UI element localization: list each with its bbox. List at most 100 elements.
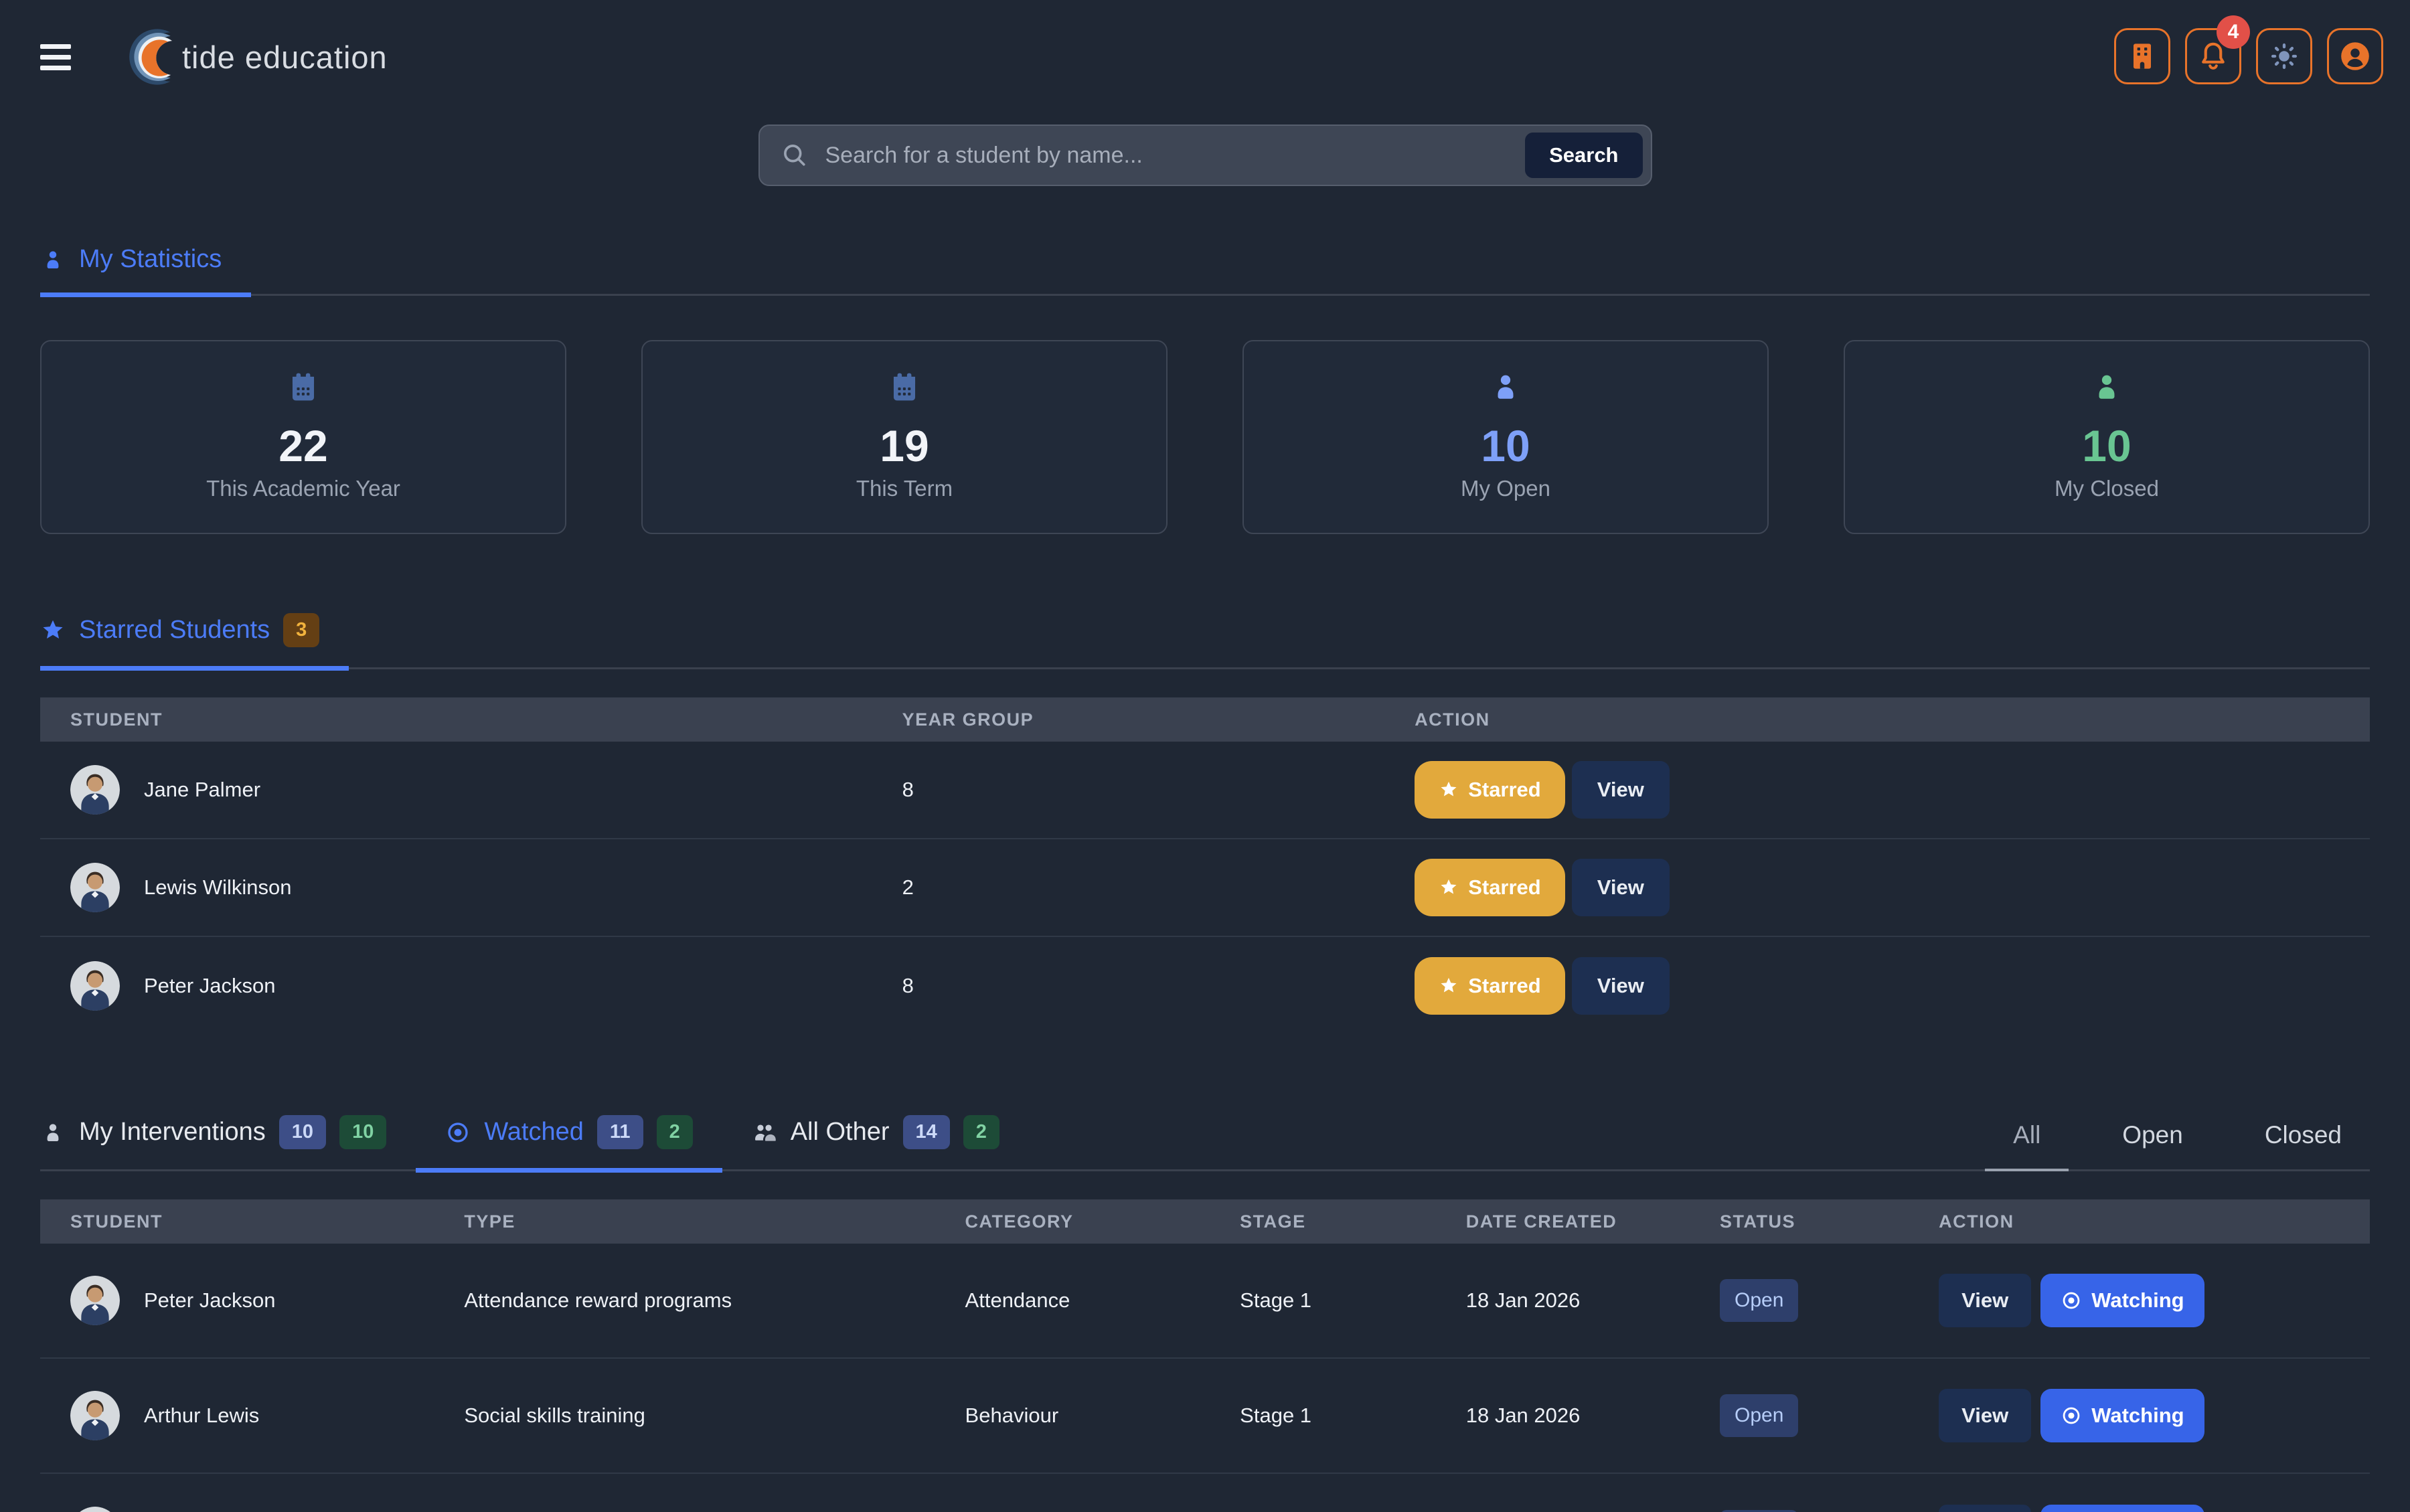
starred-button[interactable]: Starred [1415, 859, 1565, 916]
star-icon [1439, 976, 1459, 996]
table-row: Lewis Wilkinson 2 Starred View [40, 839, 2370, 937]
watching-button[interactable]: Watching [2040, 1505, 2204, 1512]
view-button[interactable]: View [1939, 1274, 2031, 1327]
stat-value: 19 [880, 422, 929, 471]
tab-all-other[interactable]: All Other 14 2 [722, 1115, 1029, 1169]
view-button[interactable]: View [1939, 1505, 2031, 1512]
filter-all[interactable]: All [1998, 1121, 2055, 1149]
avatar [70, 863, 120, 912]
date-created: 18 Jan 2026 [1466, 1288, 1720, 1313]
stat-card-academic-year: 22 This Academic Year [40, 340, 566, 534]
column-header-year-group: YEAR GROUP [902, 709, 1415, 730]
logo-text: tide education [182, 39, 388, 76]
starred-button[interactable]: Starred [1415, 957, 1565, 1015]
view-button[interactable]: View [1572, 957, 1670, 1015]
organisation-button[interactable] [2114, 28, 2170, 84]
student-name: Jane Palmer [144, 778, 260, 802]
table-header: STUDENT TYPE CATEGORY STAGE DATE CREATED… [40, 1199, 2370, 1244]
watching-button[interactable]: Watching [2040, 1389, 2204, 1442]
stat-label: This Academic Year [206, 476, 400, 501]
year-group: 8 [902, 778, 1415, 802]
statistics-tabs-bar: My Statistics [40, 245, 2370, 296]
status-filters: All Open Closed [1998, 1121, 2370, 1169]
column-header-category: CATEGORY [965, 1211, 1240, 1232]
eye-icon [2061, 1405, 2082, 1426]
column-header-action: ACTION [1415, 709, 2370, 730]
column-header-student: STUDENT [40, 709, 902, 730]
eye-icon [445, 1120, 471, 1145]
view-button[interactable]: View [1939, 1389, 2031, 1442]
stat-value: 10 [1481, 422, 1530, 471]
avatar [70, 1391, 120, 1440]
notification-count-badge: 4 [2217, 15, 2250, 49]
tab-label: My Interventions [79, 1118, 266, 1147]
avatar [70, 1276, 120, 1325]
tab-watched[interactable]: Watched 11 2 [416, 1115, 722, 1169]
year-group: 8 [902, 974, 1415, 998]
closed-count-badge: 10 [339, 1115, 386, 1149]
table-row: Arthur Lewis Social skills training Beha… [40, 1359, 2370, 1474]
tab-my-interventions[interactable]: My Interventions 10 10 [40, 1115, 416, 1169]
column-header-stage: STAGE [1240, 1211, 1466, 1232]
menu-icon[interactable] [40, 33, 87, 80]
column-header-type: TYPE [464, 1211, 965, 1232]
stat-cards: 22 This Academic Year 19 This Term 10 My… [40, 340, 2370, 534]
starred-students-table: STUDENT YEAR GROUP ACTION Jane Palmer 8 … [40, 697, 2370, 1035]
closed-count-badge: 2 [657, 1115, 693, 1149]
profile-icon [2338, 39, 2373, 74]
tab-label: All Other [791, 1118, 890, 1147]
search-icon [780, 141, 809, 170]
date-created: 18 Jan 2026 [1466, 1404, 1720, 1428]
search-bar: Search [758, 124, 1652, 186]
filter-open[interactable]: Open [2107, 1121, 2198, 1149]
table-row: Peter Jackson 8 Starred View [40, 937, 2370, 1035]
avatar [70, 961, 120, 1011]
theme-toggle-button[interactable] [2256, 28, 2312, 84]
search-input[interactable] [809, 143, 1526, 169]
column-header-action: ACTION [1939, 1211, 2370, 1232]
stat-label: My Open [1461, 476, 1550, 501]
tab-my-statistics[interactable]: My Statistics [40, 245, 251, 294]
intervention-type: Attendance reward programs [464, 1288, 965, 1313]
starred-tabs-bar: Starred Students 3 [40, 613, 2370, 669]
student-name: Peter Jackson [144, 1288, 275, 1313]
stat-card-my-closed: 10 My Closed [1844, 340, 2370, 534]
interventions-table: STUDENT TYPE CATEGORY STAGE DATE CREATED… [40, 1199, 2370, 1512]
table-header: STUDENT YEAR GROUP ACTION [40, 697, 2370, 742]
student-name: Peter Jackson [144, 974, 275, 998]
open-count-badge: 14 [903, 1115, 950, 1149]
open-count-badge: 11 [597, 1115, 643, 1149]
avatar [70, 765, 120, 815]
column-header-date-created: DATE CREATED [1466, 1211, 1720, 1232]
person-icon [40, 247, 66, 272]
interventions-tabs-bar: My Interventions 10 10 Watched 11 2 All … [40, 1115, 2370, 1171]
column-header-student: STUDENT [40, 1211, 464, 1232]
person-icon [1488, 369, 1523, 404]
stat-card-my-open: 10 My Open [1242, 340, 1769, 534]
stat-label: This Term [856, 476, 953, 501]
topbar: tide education 4 [0, 0, 2410, 114]
eye-icon [2061, 1290, 2082, 1311]
tab-label: My Statistics [79, 245, 222, 274]
filter-closed[interactable]: Closed [2250, 1121, 2356, 1149]
watching-button[interactable]: Watching [2040, 1274, 2204, 1327]
notifications-button[interactable]: 4 [2185, 28, 2241, 84]
starred-button[interactable]: Starred [1415, 761, 1565, 819]
sun-icon [2267, 39, 2302, 74]
stat-card-this-term: 19 This Term [641, 340, 1168, 534]
category: Behaviour [965, 1404, 1240, 1428]
open-count-badge: 10 [279, 1115, 326, 1149]
tab-label: Watched [484, 1118, 584, 1147]
tab-starred-students[interactable]: Starred Students 3 [40, 613, 349, 667]
search-row: Search [0, 124, 2410, 186]
view-button[interactable]: View [1572, 761, 1670, 819]
view-button[interactable]: View [1572, 859, 1670, 916]
category: Attendance [965, 1288, 1240, 1313]
profile-button[interactable] [2327, 28, 2383, 84]
search-button[interactable]: Search [1525, 133, 1642, 178]
intervention-type: Social skills training [464, 1404, 965, 1428]
app-logo[interactable]: tide education [127, 17, 388, 97]
building-icon [2125, 39, 2160, 74]
star-icon [1439, 877, 1459, 898]
stage: Stage 1 [1240, 1404, 1466, 1428]
